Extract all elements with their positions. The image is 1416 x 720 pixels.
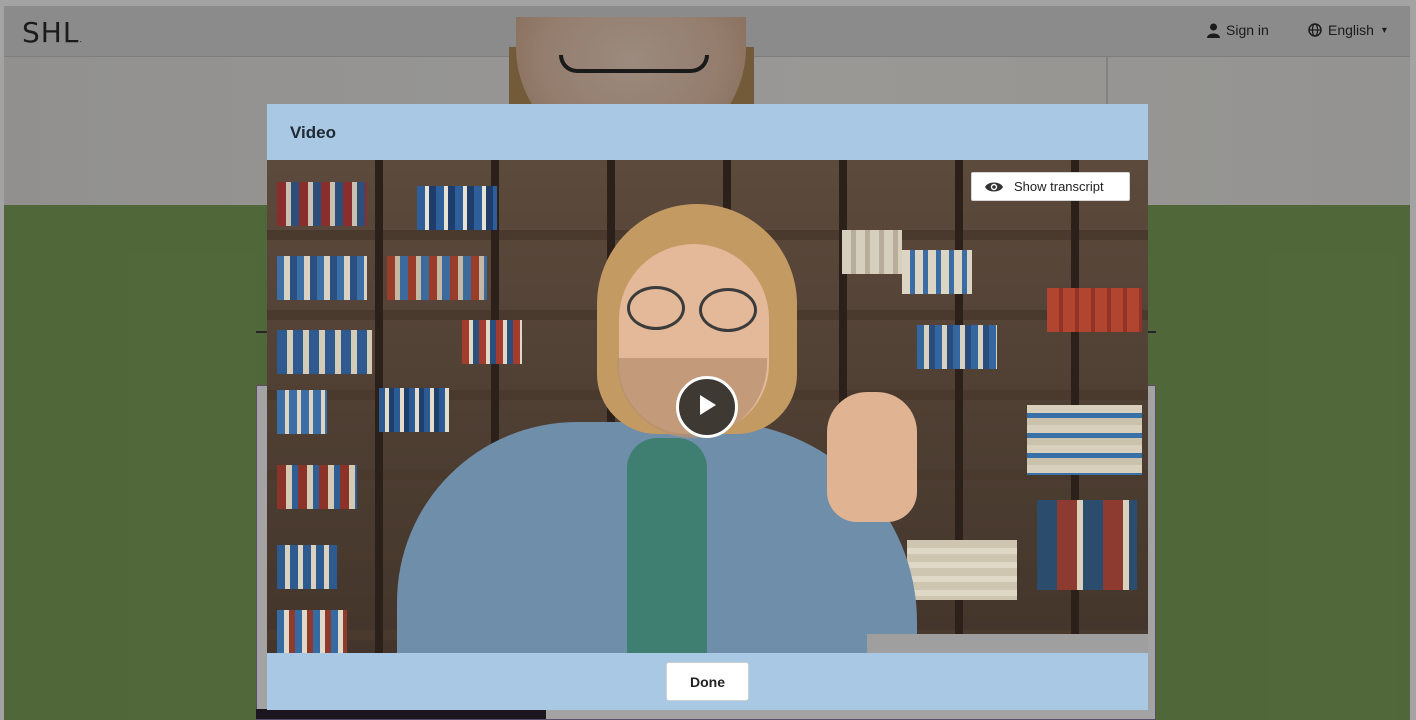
book-row [462, 320, 522, 364]
video-player[interactable]: Show transcript [267, 160, 1148, 653]
book-row [842, 230, 902, 274]
show-transcript-label: Show transcript [1014, 179, 1104, 194]
eye-icon [984, 180, 1004, 194]
book-row [277, 182, 367, 226]
show-transcript-button[interactable]: Show transcript [971, 172, 1130, 201]
modal-footer: Done [267, 653, 1148, 710]
book-row [917, 325, 997, 369]
done-button[interactable]: Done [666, 662, 749, 701]
book-row [902, 250, 972, 294]
book-row [277, 330, 372, 374]
book-row [379, 388, 449, 432]
book-row [1037, 500, 1137, 590]
book-row [277, 610, 347, 653]
book-row [277, 256, 367, 300]
book-row [907, 540, 1017, 600]
book-row [277, 545, 337, 589]
modal-title: Video [290, 123, 336, 142]
person-glasses-left [627, 286, 685, 330]
book-row [277, 390, 327, 434]
book-row [1027, 405, 1142, 475]
person-hand [827, 392, 917, 522]
book-row [387, 256, 487, 300]
book-row [1047, 288, 1142, 332]
play-button[interactable] [676, 376, 738, 438]
play-icon [696, 393, 718, 422]
person-shirt [627, 438, 707, 653]
modal-header: Video [267, 104, 1148, 160]
book-row [417, 186, 497, 230]
video-modal: Video Show transcript Done [267, 104, 1148, 710]
table-edge [867, 634, 1148, 653]
book-row [277, 465, 357, 509]
person-glasses-right [699, 288, 757, 332]
